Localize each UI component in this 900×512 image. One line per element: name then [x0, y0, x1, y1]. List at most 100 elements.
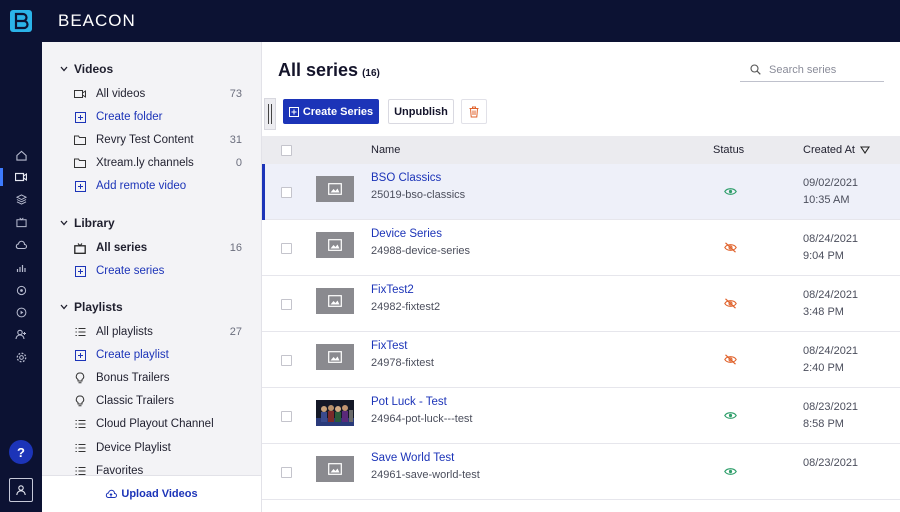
image-placeholder-icon — [328, 351, 342, 363]
sidebar-item-cloud-playout-channel[interactable]: Cloud Playout Channel — [74, 414, 242, 434]
analytics-icon[interactable] — [14, 261, 28, 275]
cloud-upload-icon — [105, 489, 118, 499]
table-row[interactable]: Device Series 24988-device-series 08/24/… — [262, 220, 900, 276]
created-date: 08/24/2021 — [803, 233, 859, 245]
eye-off-icon[interactable] — [723, 352, 737, 366]
created-time: 3:48 PM — [803, 306, 844, 318]
image-placeholder-icon — [328, 463, 342, 475]
sidebar-item-count: 27 — [229, 326, 242, 338]
table-row[interactable]: FixTest 24978-fixtest 08/24/2021 2:40 PM — [262, 332, 900, 388]
table-row[interactable]: BSO Classics 25019-bso-classics 09/02/20… — [262, 164, 900, 220]
play-icon[interactable] — [14, 305, 28, 319]
row-checkbox[interactable] — [281, 467, 292, 478]
video-icon[interactable] — [14, 170, 28, 184]
row-checkbox[interactable] — [281, 299, 292, 310]
layers-icon[interactable] — [14, 192, 28, 206]
series-thumbnail[interactable] — [316, 288, 354, 314]
tv-icon[interactable] — [14, 215, 28, 229]
sidebar-item-device-playlist[interactable]: Device Playlist — [74, 438, 242, 458]
section-videos[interactable]: Videos — [60, 62, 113, 76]
table-row[interactable]: FixTest2 24982-fixtest2 08/24/2021 3:48 … — [262, 276, 900, 332]
rail-active-indicator — [0, 168, 3, 186]
panel-resize-handle[interactable] — [264, 98, 276, 130]
upload-videos-button[interactable]: Upload Videos — [42, 475, 262, 512]
table-row[interactable]: Pot Luck - Test 24964-pot-luck---test 08… — [262, 388, 900, 444]
delete-button[interactable] — [461, 99, 487, 124]
sidebar-item-label: Revry Test Content — [96, 134, 194, 146]
sidebar-item-label: Bonus Trailers — [96, 372, 170, 384]
trash-icon — [469, 106, 479, 117]
create-series-button[interactable]: Create Series — [283, 99, 379, 124]
section-library[interactable]: Library — [60, 216, 115, 230]
sidebar-item-create-series[interactable]: Create series — [74, 261, 242, 281]
row-checkbox[interactable] — [281, 243, 292, 254]
series-thumbnail[interactable] — [316, 400, 354, 426]
series-thumbnail[interactable] — [316, 456, 354, 482]
chevron-down-icon — [60, 220, 68, 226]
unpublish-button[interactable]: Unpublish — [388, 99, 454, 124]
eye-off-icon[interactable] — [723, 240, 737, 254]
circle-icon[interactable] — [14, 283, 28, 297]
select-all-checkbox[interactable] — [281, 145, 292, 156]
series-name-link[interactable]: Device Series — [371, 228, 442, 240]
video-icon — [74, 88, 86, 100]
created-time: 10:35 AM — [803, 194, 850, 206]
beacon-logo-icon[interactable] — [0, 0, 42, 42]
column-header-name[interactable]: Name — [371, 144, 400, 156]
sidebar-item-xtreamly-channels[interactable]: Xtream.ly channels 0 — [74, 153, 242, 173]
sidebar-item-create-folder[interactable]: Create folder — [74, 107, 242, 127]
series-name-link[interactable]: Save World Test — [371, 452, 454, 464]
user-add-icon[interactable] — [14, 327, 28, 341]
column-header-status[interactable]: Status — [713, 144, 744, 156]
plus-square-icon — [74, 111, 86, 123]
series-thumbnail[interactable] — [316, 176, 354, 202]
sidebar-item-all-videos[interactable]: All videos 73 — [74, 84, 242, 104]
series-slug: 24964-pot-luck---test — [371, 413, 473, 425]
sidebar-item-all-series[interactable]: All series 16 — [74, 238, 242, 258]
series-slug: 24978-fixtest — [371, 357, 434, 369]
series-thumbnail[interactable] — [316, 232, 354, 258]
plus-square-icon — [74, 265, 86, 277]
series-slug: 24961-save-world-test — [371, 469, 480, 481]
eye-icon[interactable] — [723, 464, 737, 478]
section-playlists[interactable]: Playlists — [60, 300, 123, 314]
eye-icon[interactable] — [723, 184, 737, 198]
chevron-down-icon — [60, 66, 68, 72]
sidebar-item-bonus-trailers[interactable]: Bonus Trailers — [74, 368, 242, 388]
sidebar-item-add-remote-video[interactable]: Add remote video — [74, 176, 242, 196]
sidebar-item-revry-test-content[interactable]: Revry Test Content 31 — [74, 130, 242, 150]
series-name-link[interactable]: BSO Classics — [371, 172, 441, 184]
eye-icon[interactable] — [723, 408, 737, 422]
sidebar-item-classic-trailers[interactable]: Classic Trailers — [74, 391, 242, 411]
row-checkbox[interactable] — [281, 187, 292, 198]
help-button[interactable]: ? — [9, 440, 33, 464]
eye-off-icon[interactable] — [723, 296, 737, 310]
bulb-icon — [74, 395, 86, 407]
row-checkbox[interactable] — [281, 411, 292, 422]
row-checkbox[interactable] — [281, 355, 292, 366]
table-row[interactable]: Save World Test 24961-save-world-test 08… — [262, 444, 900, 500]
icon-rail: ? — [0, 42, 42, 512]
settings-icon[interactable] — [14, 350, 28, 364]
column-header-created[interactable]: Created At — [803, 144, 870, 156]
image-placeholder-icon — [328, 295, 342, 307]
sidebar-item-all-playlists[interactable]: All playlists 27 — [74, 322, 242, 342]
series-name-link[interactable]: FixTest — [371, 340, 407, 352]
folder-icon — [74, 157, 86, 169]
series-name-link[interactable]: FixTest2 — [371, 284, 414, 296]
series-count: (16) — [362, 68, 380, 79]
plus-square-icon — [288, 106, 299, 117]
user-account-icon[interactable] — [9, 478, 33, 502]
sidebar-item-label: Create folder — [96, 111, 163, 123]
home-icon[interactable] — [14, 148, 28, 162]
series-thumbnail[interactable] — [316, 344, 354, 370]
series-slug: 24988-device-series — [371, 245, 471, 257]
search-input[interactable] — [769, 63, 869, 76]
cloud-icon[interactable] — [14, 238, 28, 252]
sidebar-item-count: 0 — [235, 157, 242, 169]
sidebar-item-create-playlist[interactable]: Create playlist — [74, 345, 242, 365]
sidebar-item-label: Device Playlist — [96, 442, 171, 454]
series-name-link[interactable]: Pot Luck - Test — [371, 396, 447, 408]
sidebar-item-label: Cloud Playout Channel — [96, 418, 214, 430]
sidebar-item-label: All videos — [96, 88, 146, 100]
